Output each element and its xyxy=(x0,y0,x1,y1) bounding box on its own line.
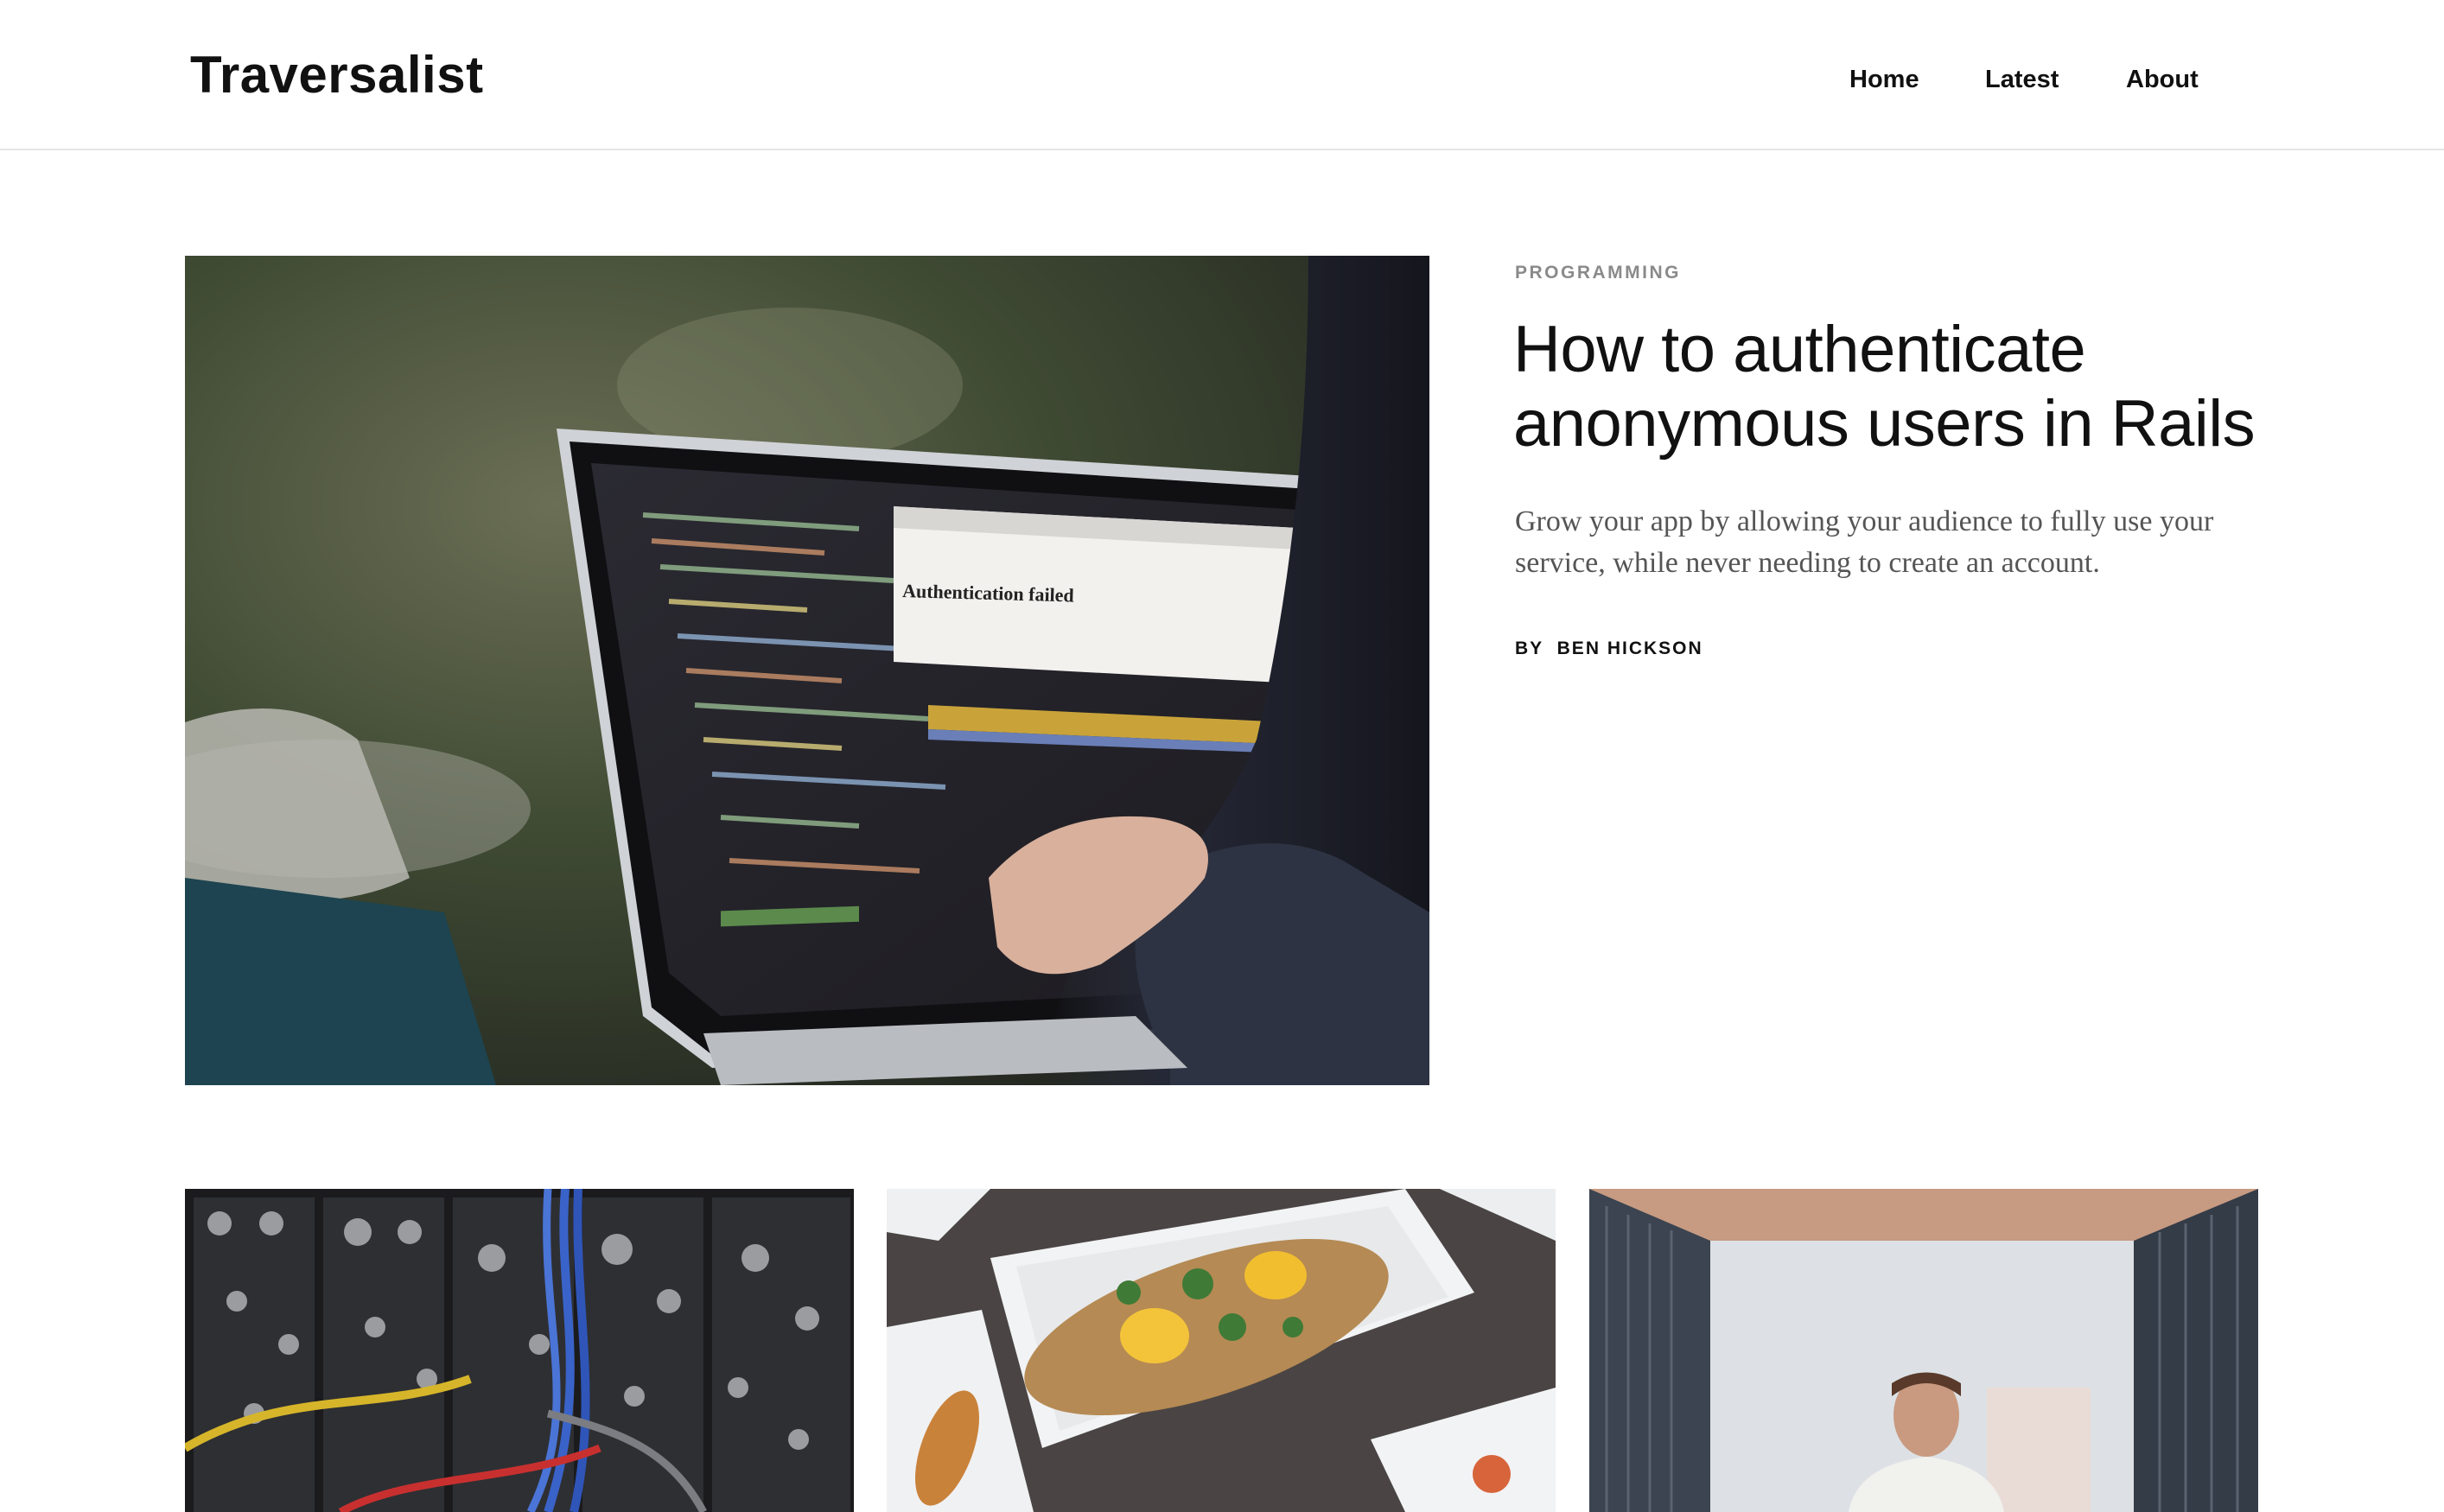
laptop-coding-photo: Authentication failed xyxy=(185,256,1429,1085)
nav-about-link[interactable]: About xyxy=(2126,66,2199,94)
post-card-image[interactable] xyxy=(1589,1189,2258,1512)
post-card-image[interactable] xyxy=(887,1189,1556,1512)
nav-home-link[interactable]: Home xyxy=(1849,66,1919,94)
author-link[interactable]: BEN HICKSON xyxy=(1557,638,1703,658)
post-card-image[interactable] xyxy=(185,1189,854,1512)
featured-post-image[interactable]: Authentication failed xyxy=(185,256,1429,1085)
post-byline: BY BEN HICKSON xyxy=(1515,638,1703,659)
site-header: Traversalist Home Latest About xyxy=(0,0,2444,150)
byline-prefix: BY xyxy=(1515,638,1543,658)
nav-latest-link[interactable]: Latest xyxy=(1985,66,2059,94)
modular-synth-photo xyxy=(185,1189,854,1512)
site-title-link[interactable]: Traversalist xyxy=(190,45,484,105)
post-category-link[interactable]: PROGRAMMING xyxy=(1515,263,1681,283)
man-in-doorway-photo xyxy=(1589,1189,2258,1512)
featured-post-excerpt: Grow your app by allowing your audience … xyxy=(1515,505,2214,579)
featured-post-title[interactable]: How to authenticate anonymous users in R… xyxy=(1513,313,2291,461)
food-platter-photo xyxy=(887,1189,1556,1512)
